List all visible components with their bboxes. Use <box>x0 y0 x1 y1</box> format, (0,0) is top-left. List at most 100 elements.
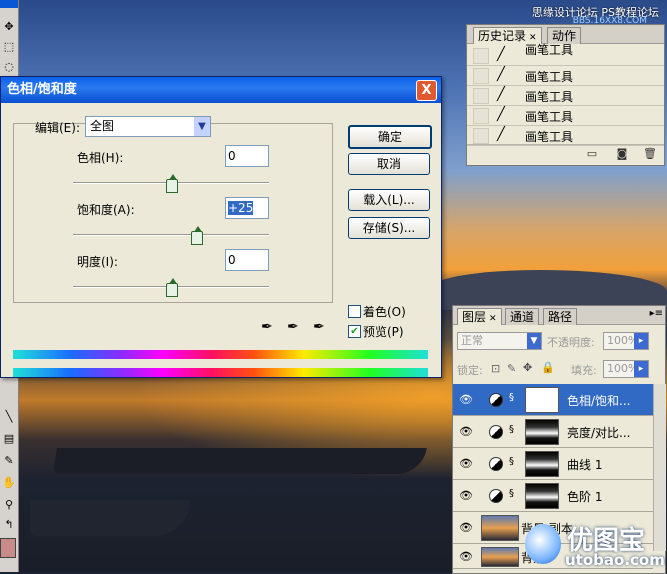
layer-row[interactable]: 👁 § 亮度/对比... <box>453 416 653 448</box>
move-tool-icon[interactable]: ✥ <box>2 20 16 34</box>
eye-icon[interactable]: 👁 <box>459 489 473 502</box>
dialog-titlebar[interactable]: 色相/饱和度 X <box>1 77 441 103</box>
history-item-label: 画笔工具 <box>525 130 574 144</box>
lightness-label: 明度(I): <box>77 255 118 269</box>
mountain-silhouette <box>430 270 667 310</box>
brush-icon: ╱ <box>497 107 505 122</box>
history-brush-checkbox[interactable] <box>473 88 489 104</box>
layer-name: 色阶 1 <box>567 490 603 504</box>
history-item[interactable]: ╱ 画笔工具 <box>467 65 664 86</box>
history-item[interactable]: ╱ 画笔工具 <box>467 43 664 66</box>
tab-layers-label: 图层 <box>462 310 487 324</box>
blend-mode-select[interactable]: 正常 ▼ <box>457 332 542 350</box>
toolstrip-header <box>0 0 18 8</box>
eye-icon[interactable]: 👁 <box>459 393 473 406</box>
link-icon: § <box>509 424 514 435</box>
layer-mask-thumbnail <box>525 387 559 413</box>
tab-layers[interactable]: 图层 ✕ <box>457 308 502 325</box>
line-tool-icon[interactable]: ╲ <box>2 410 16 424</box>
history-item[interactable]: ╱ 画笔工具 <box>467 85 664 106</box>
boat-silhouette-2 <box>30 500 190 536</box>
saturation-slider-track[interactable] <box>73 234 269 236</box>
new-document-icon[interactable]: ▭ <box>585 148 599 160</box>
saturation-input[interactable]: +25 <box>225 197 269 219</box>
brush-icon: ╱ <box>497 67 505 82</box>
tab-channels[interactable]: 通道 <box>505 308 540 325</box>
eyedropper-minus-icon[interactable]: ✒ <box>313 319 325 335</box>
eye-icon[interactable]: 👁 <box>459 550 473 563</box>
swap-colors-icon[interactable]: ↰ <box>2 518 16 532</box>
eyedropper-icon[interactable]: ✒ <box>261 319 273 335</box>
watermark-logo: 优图宝 utobao.com <box>525 520 665 570</box>
brush-icon: ╱ <box>497 87 505 102</box>
history-item[interactable]: ╱ 画笔工具 <box>467 105 664 126</box>
history-footer: ▭ ◙ 🗑 <box>467 144 664 165</box>
hue-slider-handle[interactable] <box>166 174 178 193</box>
saturation-slider-handle[interactable] <box>191 226 203 245</box>
layer-row[interactable]: 👁 § 曲线 1 <box>453 448 653 480</box>
layer-thumbnail <box>481 547 519 567</box>
save-button[interactable]: 存储(S)... <box>348 217 430 239</box>
trash-icon[interactable]: 🗑 <box>643 148 657 160</box>
lock-row: 锁定: ⊡ ✎ ✥ 🔒 填充: 100% ▸ <box>453 360 665 382</box>
camera-icon[interactable]: ◙ <box>615 148 629 160</box>
saturation-value: +25 <box>228 201 254 215</box>
history-panel: 历史记录 ✕ 动作 ╱ 画笔工具 ╱ 画笔工具 ╱ 画笔工具 ╱ 画笔工具 ╱ 画笔工具 ▭… <box>466 24 665 166</box>
layer-row[interactable]: 👁 § 色相/饱和... <box>453 384 653 416</box>
eye-icon[interactable]: 👁 <box>459 521 473 534</box>
lock-position-icon[interactable]: ✥ <box>523 361 532 374</box>
eye-icon[interactable]: 👁 <box>459 425 473 438</box>
preview-checkbox[interactable]: ✔ <box>348 325 361 338</box>
lightness-value: 0 <box>228 253 236 267</box>
chevron-right-icon: ▸ <box>634 333 648 349</box>
layer-mask-thumbnail <box>525 483 559 509</box>
layer-row[interactable]: 👁 § 色阶 1 <box>453 480 653 512</box>
eyedropper-plus-icon[interactable]: ✒ <box>287 319 299 335</box>
foreground-color-swatch[interactable] <box>0 538 16 558</box>
layer-name: 亮度/对比... <box>567 426 631 440</box>
opacity-arrow[interactable]: ▸ <box>634 332 649 350</box>
history-brush-checkbox[interactable] <box>473 128 489 144</box>
edit-select[interactable]: 全图 ▼ <box>85 116 211 137</box>
adjustment-layer-icon <box>489 425 503 439</box>
hand-tool-icon[interactable]: ✋ <box>2 476 16 490</box>
hue-input[interactable]: 0 <box>225 145 269 167</box>
lock-all-icon[interactable]: 🔒 <box>541 361 555 374</box>
history-brush-checkbox[interactable] <box>473 68 489 84</box>
close-button[interactable]: X <box>416 80 437 101</box>
layer-mask-thumbnail <box>525 419 559 445</box>
adjustment-layer-icon <box>489 489 503 503</box>
eyedropper-tool-icon[interactable]: ✎ <box>2 454 16 468</box>
boat-silhouette <box>53 448 427 474</box>
tab-paths[interactable]: 路径 <box>543 308 578 325</box>
adjustment-layer-icon <box>489 457 503 471</box>
layers-tabbar: 图层 ✕ 通道 路径 ▸≡ <box>453 306 665 325</box>
adjustment-layer-icon <box>489 393 503 407</box>
marquee-tool-icon[interactable]: ⬚ <box>2 40 16 54</box>
panel-menu-icon[interactable]: ▸≡ <box>650 308 663 319</box>
lightness-slider-handle[interactable] <box>166 278 178 297</box>
history-item-label: 画笔工具 <box>525 70 574 84</box>
lasso-tool-icon[interactable]: ◌ <box>2 60 16 74</box>
lightness-input[interactable]: 0 <box>225 249 269 271</box>
ok-button[interactable]: 确定 <box>348 125 432 149</box>
bird-logo-icon <box>525 524 561 564</box>
link-icon: § <box>509 488 514 499</box>
close-icon[interactable]: ✕ <box>489 314 497 324</box>
load-button[interactable]: 载入(L)... <box>348 189 430 211</box>
lock-image-icon[interactable]: ✎ <box>507 362 516 375</box>
notes-tool-icon[interactable]: ▤ <box>2 432 16 446</box>
hue-saturation-dialog: 色相/饱和度 X 编辑(E): 全图 ▼ 色相(H): 0 饱和度(A): +2… <box>0 76 442 378</box>
history-item[interactable]: ╱ 画笔工具 <box>467 125 664 146</box>
zoom-tool-icon[interactable]: ⚲ <box>2 498 16 512</box>
history-brush-checkbox[interactable] <box>473 108 489 124</box>
blend-row: 正常 ▼ 不透明度: 100% ▸ <box>453 332 665 354</box>
cancel-button[interactable]: 取消 <box>348 153 430 175</box>
brush-icon: ╱ <box>497 47 505 62</box>
adjustment-group <box>13 123 333 303</box>
eye-icon[interactable]: 👁 <box>459 457 473 470</box>
lock-transparent-icon[interactable]: ⊡ <box>491 362 500 375</box>
fill-arrow[interactable]: ▸ <box>634 360 649 378</box>
colorize-checkbox[interactable] <box>348 305 361 318</box>
history-brush-checkbox[interactable] <box>473 48 489 64</box>
